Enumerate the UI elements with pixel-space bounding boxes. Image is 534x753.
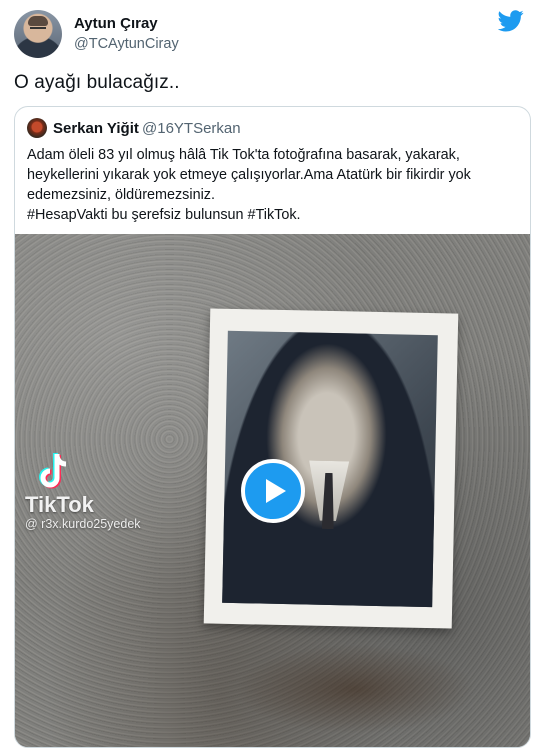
quoted-text-line: Adam öleli 83 yıl olmuş hâlâ Tik Tok'ta … bbox=[27, 147, 460, 163]
video-thumbnail-photo bbox=[203, 308, 459, 629]
ground-stain bbox=[235, 644, 475, 734]
tiktok-watermark-user: @ r3x.kurdo25yedek bbox=[25, 517, 141, 531]
tweet-header: Aytun Çıray @TCAytunCiray bbox=[14, 10, 524, 60]
avatar-hair bbox=[28, 16, 48, 26]
quoted-tweet-text: Adam öleli 83 yıl olmuş hâlâ Tik Tok'ta … bbox=[27, 145, 497, 225]
author-handle[interactable]: @TCAytunCiray bbox=[74, 36, 179, 52]
quoted-author-avatar[interactable] bbox=[27, 118, 47, 138]
quoted-tweet[interactable]: Serkan Yiğit @16YTSerkan Adam öleli 83 y… bbox=[14, 106, 531, 748]
author-name[interactable]: Aytun Çıray bbox=[74, 15, 158, 32]
play-button[interactable] bbox=[241, 459, 305, 523]
tiktok-watermark: TikTok bbox=[25, 492, 94, 517]
quoted-author-name[interactable]: Serkan Yiğit bbox=[53, 120, 139, 137]
tweet-text: O ayağı bulacağız.. bbox=[14, 72, 180, 93]
author-avatar[interactable] bbox=[14, 10, 62, 58]
quoted-text-line: edemezsiniz, öldüremezsiniz. bbox=[27, 187, 215, 203]
avatar-glasses bbox=[30, 27, 46, 33]
play-icon bbox=[265, 479, 286, 503]
quoted-text-line: #HesapVakti bu şerefsiz bulunsun #TikTok… bbox=[27, 207, 301, 223]
twitter-bird-icon[interactable] bbox=[498, 10, 524, 32]
quoted-author-handle[interactable]: @16YTSerkan bbox=[142, 120, 241, 137]
quoted-text-line: heykellerini yıkarak yok etmeye çalışıyo… bbox=[27, 167, 471, 183]
tiktok-logo-icon bbox=[39, 453, 67, 489]
video-player[interactable]: TikTok @ r3x.kurdo25yedek bbox=[15, 234, 530, 747]
